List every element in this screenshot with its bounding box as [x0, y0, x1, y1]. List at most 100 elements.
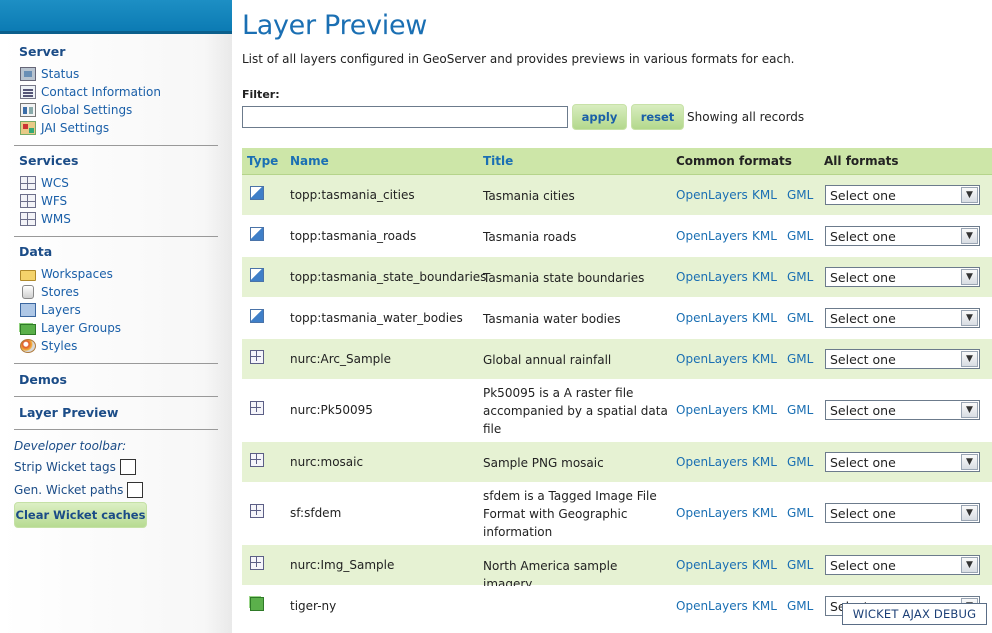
- raster-layer-icon: [250, 504, 264, 518]
- chevron-down-icon[interactable]: ▼: [961, 454, 978, 470]
- nav-contact-information[interactable]: Contact Information: [20, 83, 161, 101]
- all-formats-select[interactable]: Select one ▼: [825, 267, 980, 287]
- openlayers-link[interactable]: OpenLayers: [676, 229, 748, 243]
- select-value: Select one: [830, 505, 896, 521]
- chevron-down-icon[interactable]: ▼: [961, 228, 978, 244]
- table-body: topp:tasmania_cities Tasmania cities OpenL…: [242, 175, 992, 627]
- gml-link[interactable]: GML: [787, 599, 813, 613]
- all-formats-select[interactable]: Select one ▼: [825, 349, 980, 369]
- nav-status[interactable]: Status: [20, 65, 79, 83]
- layer-name: topp:tasmania_state_boundaries: [290, 270, 487, 284]
- kml-link[interactable]: KML: [752, 188, 777, 202]
- chevron-down-icon[interactable]: ▼: [961, 351, 978, 367]
- gml-link[interactable]: GML: [787, 506, 813, 520]
- gml-link[interactable]: GML: [787, 229, 813, 243]
- nav-global-settings[interactable]: Global Settings: [20, 101, 132, 119]
- select-value: Select one: [830, 557, 896, 573]
- layers-table: Type Name Title Common formats All forma…: [242, 148, 992, 627]
- gen-wicket-paths-checkbox[interactable]: [127, 482, 144, 498]
- wicket-ajax-debug-link[interactable]: WICKET AJAX DEBUG: [842, 603, 987, 625]
- gml-link[interactable]: GML: [787, 270, 813, 284]
- nav-demos[interactable]: Demos: [19, 372, 67, 387]
- kml-link[interactable]: KML: [752, 455, 777, 469]
- filter-input[interactable]: [242, 106, 568, 128]
- chevron-down-icon[interactable]: ▼: [961, 187, 978, 203]
- vector-layer-icon: [250, 309, 264, 323]
- global-settings-icon: [20, 103, 36, 117]
- gml-link[interactable]: GML: [787, 311, 813, 325]
- layer-name: nurc:Pk50095: [290, 403, 373, 417]
- chevron-down-icon[interactable]: ▼: [961, 402, 978, 418]
- kml-link[interactable]: KML: [752, 599, 777, 613]
- openlayers-link[interactable]: OpenLayers: [676, 558, 748, 572]
- openlayers-link[interactable]: OpenLayers: [676, 352, 748, 366]
- all-formats-select[interactable]: Select one ▼: [825, 185, 980, 205]
- reset-button[interactable]: reset: [631, 104, 684, 130]
- strip-wicket-tags-checkbox[interactable]: [119, 459, 136, 475]
- nav-styles-label: Styles: [41, 339, 78, 353]
- nav-jai-settings[interactable]: JAI Settings: [20, 119, 109, 137]
- all-formats-select[interactable]: Select one ▼: [825, 452, 980, 472]
- openlayers-link[interactable]: OpenLayers: [676, 270, 748, 284]
- header-title[interactable]: Title: [483, 154, 513, 168]
- table-row: nurc:Img_Sample North America sample imag…: [242, 545, 992, 591]
- all-formats-select[interactable]: Select one ▼: [825, 555, 980, 575]
- kml-link[interactable]: KML: [752, 229, 777, 243]
- openlayers-link[interactable]: OpenLayers: [676, 403, 748, 417]
- table-row: sf:sfdem sfdem is a Tagged Image File For…: [242, 483, 992, 545]
- kml-link[interactable]: KML: [752, 506, 777, 520]
- table-header: Type Name Title Common formats All forma…: [242, 148, 992, 175]
- table-row: topp:tasmania_state_boundaries Tasmania s…: [242, 257, 992, 298]
- folder-icon: [20, 269, 36, 281]
- chevron-down-icon[interactable]: ▼: [961, 269, 978, 285]
- gml-link[interactable]: GML: [787, 558, 813, 572]
- gml-link[interactable]: GML: [787, 455, 813, 469]
- nav-stores[interactable]: Stores: [20, 283, 79, 301]
- nav-layer-groups[interactable]: Layer Groups: [20, 319, 121, 337]
- nav-wms[interactable]: WMS: [20, 210, 71, 228]
- kml-link[interactable]: KML: [752, 352, 777, 366]
- table-row: nurc:Pk50095 Pk50095 is a A raster file a…: [242, 380, 992, 442]
- gml-link[interactable]: GML: [787, 188, 813, 202]
- openlayers-link[interactable]: OpenLayers: [676, 599, 748, 613]
- openlayers-link[interactable]: OpenLayers: [676, 188, 748, 202]
- layer-name: nurc:Img_Sample: [290, 558, 395, 572]
- layer-title: sfdem is a Tagged Image File Format with…: [483, 489, 657, 539]
- openlayers-link[interactable]: OpenLayers: [676, 455, 748, 469]
- all-formats-select[interactable]: Select one ▼: [825, 503, 980, 523]
- nav-layers[interactable]: Layers: [20, 301, 81, 319]
- all-formats-select[interactable]: Select one ▼: [825, 226, 980, 246]
- openlayers-link[interactable]: OpenLayers: [676, 506, 748, 520]
- layer-title: Tasmania water bodies: [483, 312, 621, 326]
- header-type[interactable]: Type: [247, 154, 278, 168]
- all-formats-select[interactable]: Select one ▼: [825, 400, 980, 420]
- section-data: Data: [19, 244, 53, 259]
- gml-link[interactable]: GML: [787, 403, 813, 417]
- kml-link[interactable]: KML: [752, 311, 777, 325]
- chevron-down-icon[interactable]: ▼: [961, 310, 978, 326]
- select-value: Select one: [830, 402, 896, 418]
- kml-link[interactable]: KML: [752, 270, 777, 284]
- nav-workspaces[interactable]: Workspaces: [20, 265, 113, 283]
- header-name[interactable]: Name: [290, 154, 329, 168]
- openlayers-link[interactable]: OpenLayers: [676, 311, 748, 325]
- gml-link[interactable]: GML: [787, 352, 813, 366]
- all-formats-select[interactable]: Select one ▼: [825, 308, 980, 328]
- nav-wfs[interactable]: WFS: [20, 192, 67, 210]
- header-common-formats: Common formats: [676, 154, 792, 168]
- layer-name: nurc:mosaic: [290, 455, 364, 469]
- kml-link[interactable]: KML: [752, 558, 777, 572]
- store-icon: [22, 285, 34, 299]
- nav-wcs[interactable]: WCS: [20, 174, 69, 192]
- chevron-down-icon[interactable]: ▼: [961, 557, 978, 573]
- kml-link[interactable]: KML: [752, 403, 777, 417]
- apply-button[interactable]: apply: [572, 104, 627, 130]
- nav-jai-label: JAI Settings: [41, 121, 110, 135]
- nav-styles[interactable]: Styles: [20, 337, 77, 355]
- raster-layer-icon: [250, 401, 264, 415]
- nav-layer-preview[interactable]: Layer Preview: [19, 405, 118, 420]
- layer-group-icon: [250, 597, 264, 611]
- clear-wicket-caches-button[interactable]: Clear Wicket caches: [14, 502, 147, 528]
- nav-stores-label: Stores: [41, 285, 79, 299]
- chevron-down-icon[interactable]: ▼: [961, 505, 978, 521]
